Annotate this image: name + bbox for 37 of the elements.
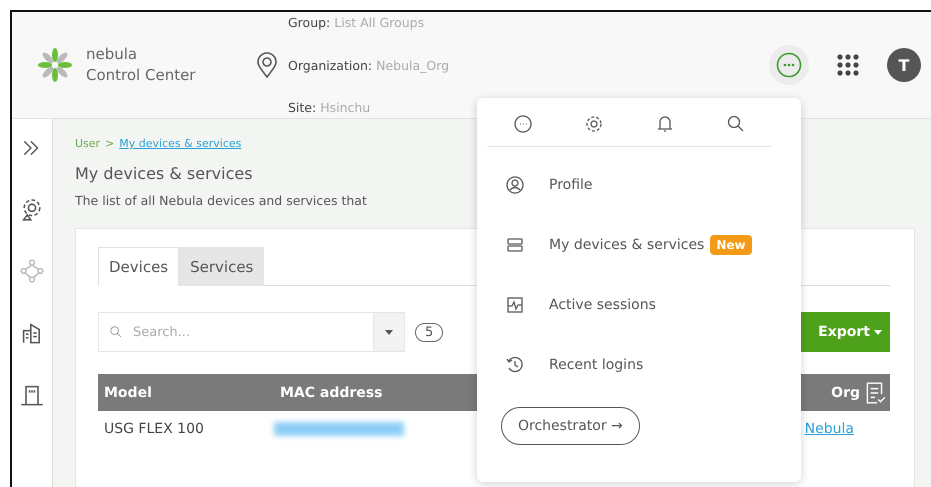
menu-item[interactable]: My devices & services New: [477, 215, 801, 275]
more-button[interactable]: [769, 45, 809, 85]
table-cell-text: USG FLEX 100: [103, 421, 205, 437]
search-field[interactable]: Search...: [98, 312, 405, 352]
column-filter-icon[interactable]: [864, 380, 886, 404]
caret-icon: [874, 330, 882, 334]
orchestrator-button[interactable]: Orchestrator →: [501, 407, 640, 445]
scope-selector[interactable]: Group: List All Groups: [288, 15, 450, 30]
page-title: My devices & services: [75, 164, 254, 183]
tab[interactable]: Services: [179, 247, 264, 286]
history-icon: [505, 355, 525, 375]
scope-selector[interactable]: Site: Hsinchu: [288, 100, 450, 115]
apps-grid-icon[interactable]: [837, 54, 859, 76]
location-pin-icon: [256, 52, 278, 78]
brand-name: nebula: [86, 44, 138, 65]
caret-icon[interactable]: [385, 330, 393, 334]
result-count: 5: [415, 322, 444, 342]
settings-icon[interactable]: [584, 114, 604, 134]
search-icon: [109, 325, 123, 339]
door-icon[interactable]: [20, 383, 44, 407]
more-icon[interactable]: [512, 114, 532, 134]
user-avatar[interactable]: T: [887, 48, 921, 82]
menu-item[interactable]: Profile: [477, 155, 801, 215]
brand-subtitle: Control Center: [86, 65, 196, 86]
page-description: The list of all Nebula devices and services that: [75, 193, 368, 208]
activity-icon: [505, 295, 525, 315]
search-input[interactable]: Search...: [131, 324, 373, 340]
logo-icon: [38, 48, 72, 82]
new-badge: New: [710, 235, 752, 255]
column-header: Org: [825, 380, 890, 404]
profile-icon: [505, 175, 525, 195]
scope-selector[interactable]: Organization: Nebula_Org: [288, 58, 450, 72]
search-icon[interactable]: [726, 114, 746, 134]
tab[interactable]: Devices: [98, 247, 180, 286]
breadcrumb-separator: >: [105, 137, 114, 150]
column-header: Model: [103, 384, 153, 400]
column-header: MAC address: [279, 384, 382, 400]
